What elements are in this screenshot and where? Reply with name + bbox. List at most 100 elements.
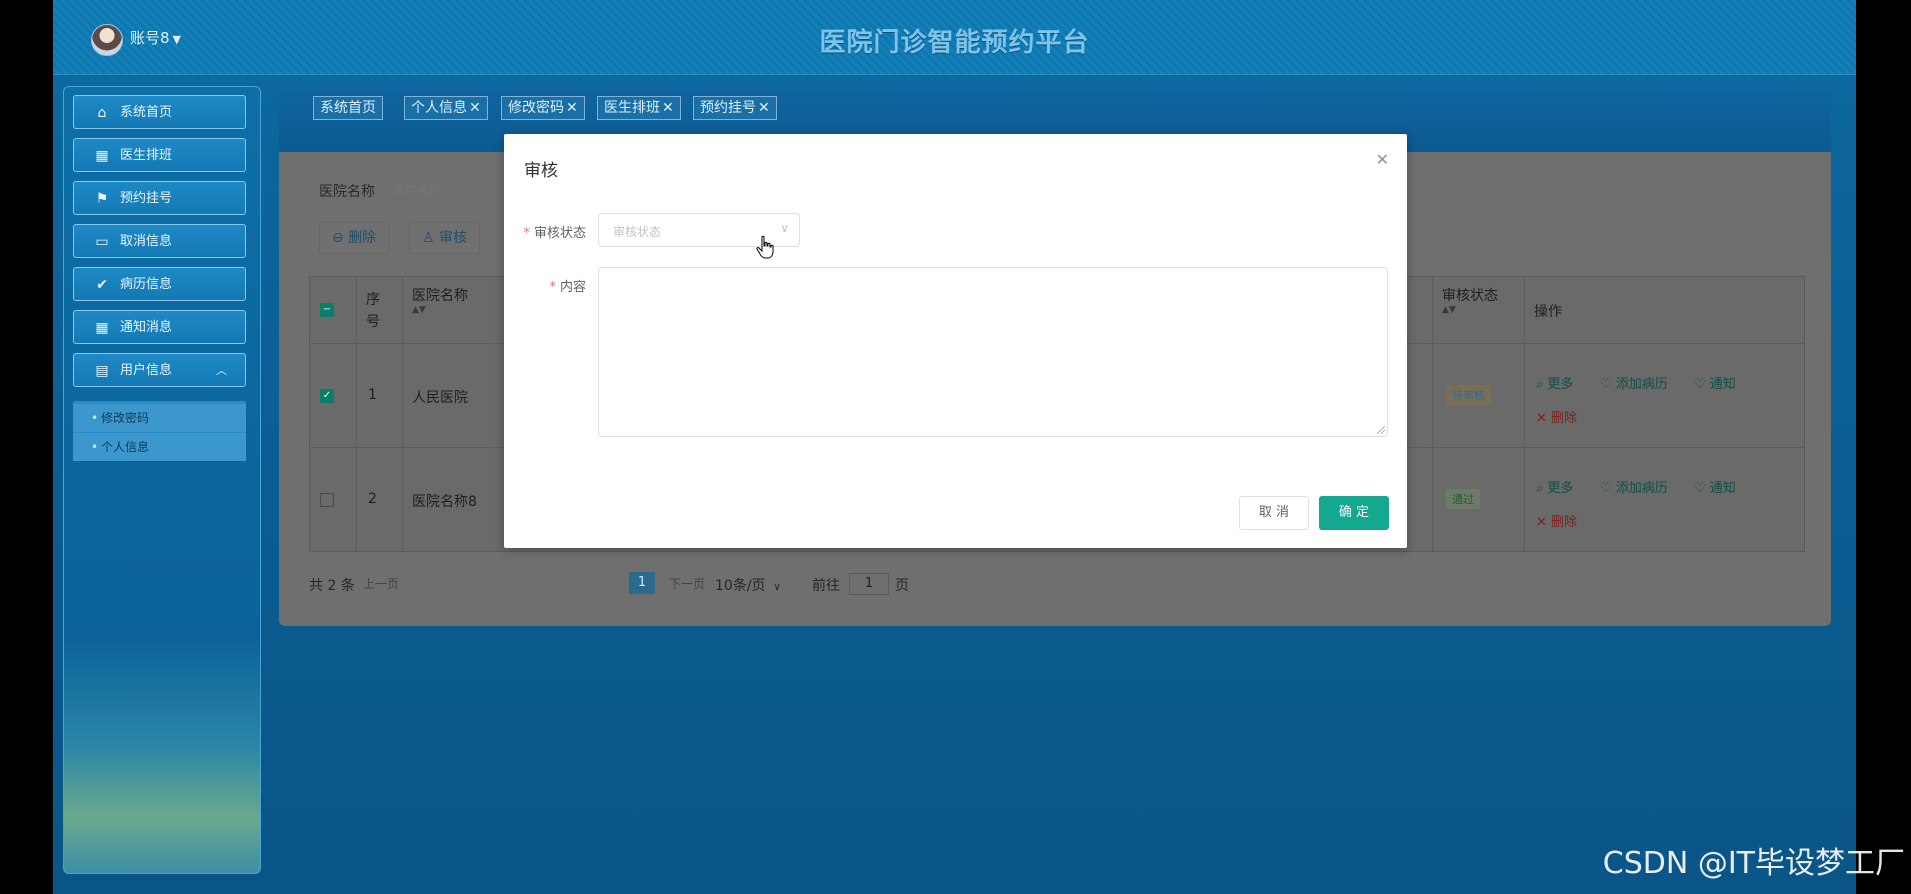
grid-icon: ▦	[95, 320, 109, 336]
content-field-label: * 内容	[504, 276, 586, 295]
pagination-prev[interactable]: 上一页	[363, 575, 399, 592]
notify-action[interactable]: ♡ 通知	[1694, 373, 1736, 392]
tab-label: 预约挂号	[700, 100, 756, 116]
header-operation: 操作	[1534, 304, 1562, 320]
select-placeholder: 审核状态	[613, 225, 662, 239]
goto-page-input[interactable]: 1	[849, 573, 889, 595]
header-hospital[interactable]: 医院名称 ▲▼	[412, 285, 468, 315]
confirm-button[interactable]: 确 定	[1319, 496, 1389, 530]
close-icon[interactable]: ✕	[758, 100, 770, 116]
goto-label: 前往	[812, 578, 840, 594]
page-size-value: 10条/页	[715, 578, 766, 594]
tab-doctor-schedule[interactable]: 医生排班 ✕	[597, 96, 681, 120]
add-record-action-label: 添加病历	[1615, 377, 1668, 392]
pagination-next[interactable]: 下一页	[669, 575, 705, 592]
home-icon: ⌂	[97, 105, 107, 121]
content-textarea[interactable]	[598, 267, 1388, 437]
cancel-button[interactable]: 取 消	[1239, 496, 1309, 530]
tab-label: 修改密码	[508, 100, 564, 116]
chevron-up-icon: ︿	[216, 364, 227, 377]
select-all-checkbox[interactable]: −	[320, 303, 334, 317]
heart-icon: ♡	[1600, 377, 1616, 392]
minus-circle-icon: ⊖	[332, 230, 349, 246]
close-icon: ✕	[1536, 411, 1552, 426]
add-record-action[interactable]: ♡ 添加病历	[1600, 477, 1668, 496]
notify-action[interactable]: ♡ 通知	[1694, 477, 1736, 496]
header-audit-status[interactable]: 审核状态 ▲▼	[1442, 285, 1498, 315]
submenu-item-change-password[interactable]: 修改密码	[73, 404, 246, 432]
status-field-label-text: 审核状态	[533, 226, 586, 241]
sidebar-item-home[interactable]: ⌂ 系统首页	[73, 95, 246, 129]
delete-action[interactable]: ✕ 删除	[1536, 511, 1577, 530]
more-action[interactable]: ⌕ 更多	[1536, 477, 1573, 496]
delete-button[interactable]: ⊖ 删除	[319, 222, 390, 254]
close-icon[interactable]: ✕	[662, 100, 674, 116]
sidebar-item-label: 通知消息	[120, 320, 173, 335]
add-record-action[interactable]: ♡ 添加病历	[1600, 373, 1668, 392]
sort-icon[interactable]: ▲▼	[412, 305, 468, 315]
sidebar-item-label: 病历信息	[120, 277, 173, 292]
pagination-total: 共 2 条	[309, 578, 355, 594]
sidebar-item-user-info[interactable]: ▤ 用户信息 ︿	[73, 353, 246, 387]
notify-action-label: 通知	[1709, 377, 1736, 392]
search-input[interactable]	[391, 178, 515, 204]
delete-action[interactable]: ✕ 删除	[1536, 407, 1577, 426]
monitor-icon: ▭	[95, 234, 109, 250]
more-action[interactable]: ⌕ 更多	[1536, 373, 1573, 392]
submenu-item-personal-info[interactable]: 个人信息	[73, 433, 246, 461]
sidebar: ⌂ 系统首页 ▦ 医生排班 ⚑ 预约挂号 ▭ 取消信息 ✔ 病历信息 ▦ 通知消…	[63, 86, 261, 874]
sidebar-item-appointment[interactable]: ⚑ 预约挂号	[73, 181, 246, 215]
sidebar-item-medical-records[interactable]: ✔ 病历信息	[73, 267, 246, 301]
audit-button[interactable]: ♙ 审核	[409, 222, 481, 254]
resize-handle-icon[interactable]	[1377, 426, 1385, 434]
search-icon: ⌕	[1536, 377, 1548, 392]
sidebar-item-label: 预约挂号	[120, 191, 173, 206]
delete-button-label: 删除	[348, 230, 377, 246]
search-icon: ⌕	[1536, 481, 1548, 496]
row-hospital: 人民医院	[412, 390, 468, 406]
user-icon: ♙	[422, 230, 440, 246]
close-icon[interactable]: ✕	[566, 100, 578, 116]
hand-cursor-icon	[756, 235, 774, 259]
col-divider	[1524, 277, 1525, 551]
sidebar-item-label: 系统首页	[120, 105, 173, 120]
dialog-title: 审核	[524, 161, 558, 181]
sidebar-item-cancel-info[interactable]: ▭ 取消信息	[73, 224, 246, 258]
delete-action-label: 删除	[1551, 411, 1578, 426]
header-audit-status-label: 审核状态	[1442, 288, 1498, 304]
pagination-current-page[interactable]: 1	[629, 572, 655, 594]
page-size-select[interactable]: 10条/页 ∨	[715, 575, 781, 595]
required-mark: *	[523, 226, 530, 241]
tab-change-password[interactable]: 修改密码 ✕	[501, 96, 585, 120]
flag-icon: ⚑	[95, 191, 109, 207]
row-hospital: 医院名称8	[412, 494, 477, 510]
row-checkbox[interactable]	[320, 493, 334, 507]
add-record-action-label: 添加病历	[1615, 481, 1668, 496]
sidebar-item-label: 用户信息	[120, 363, 173, 378]
search-label: 医院名称	[319, 184, 375, 200]
sidebar-item-doctor-schedule[interactable]: ▦ 医生排班	[73, 138, 246, 172]
row-index: 2	[368, 491, 377, 507]
audit-button-label: 审核	[439, 230, 468, 246]
tab-personal-info[interactable]: 个人信息 ✕	[404, 96, 488, 120]
tab-home[interactable]: 系统首页	[313, 96, 383, 120]
grid-icon: ▦	[95, 148, 109, 164]
chevron-down-icon: ∨	[780, 221, 789, 235]
close-icon[interactable]: ✕	[469, 100, 481, 116]
clipboard-icon: ✔	[96, 277, 108, 293]
tab-appointment[interactable]: 预约挂号 ✕	[693, 96, 777, 120]
app-title: 医院门诊智能预约平台	[819, 28, 1090, 58]
heart-icon: ♡	[1600, 481, 1616, 496]
close-icon[interactable]: ✕	[1376, 150, 1389, 169]
goto-suffix: 页	[895, 578, 909, 594]
row-checkbox[interactable]: ✓	[320, 389, 334, 403]
more-action-label: 更多	[1547, 377, 1574, 392]
heart-icon: ♡	[1694, 481, 1710, 496]
top-bar: 账号8 ▼ 医院门诊智能预约平台	[53, 0, 1856, 75]
heart-icon: ♡	[1694, 377, 1710, 392]
card-icon: ▤	[95, 363, 109, 379]
header-index[interactable]: 序号	[366, 289, 386, 333]
sort-icon[interactable]: ▲▼	[1442, 305, 1498, 315]
sidebar-item-label: 取消信息	[120, 234, 173, 249]
sidebar-item-notifications[interactable]: ▦ 通知消息	[73, 310, 246, 344]
